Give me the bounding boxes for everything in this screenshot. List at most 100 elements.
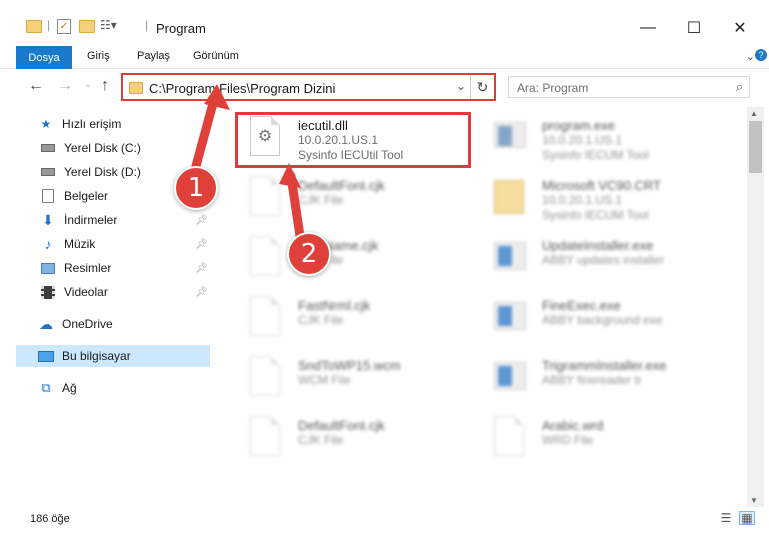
- search-icon[interactable]: ⌕: [736, 79, 743, 95]
- properties-icon[interactable]: ✓: [57, 19, 71, 34]
- customize-icon[interactable]: ☷▾: [100, 18, 117, 32]
- sidebar-item-label: Yerel Disk (D:): [64, 165, 141, 179]
- file-description: ABBY background exe: [542, 313, 663, 327]
- sidebar-item-network[interactable]: ⧉ Ağ: [16, 377, 210, 399]
- refresh-button[interactable]: ↻: [470, 75, 494, 99]
- file-description: Sysinfo IECUM Tool: [542, 148, 649, 162]
- sidebar-item-onedrive[interactable]: ☁ OneDrive: [16, 313, 210, 335]
- tab-file[interactable]: Dosya: [16, 46, 72, 69]
- file-name: SndToWP15.wcm: [298, 358, 401, 373]
- file-item[interactable]: FineExec.exe ABBY background exe: [480, 292, 730, 350]
- scroll-down-icon[interactable]: ▼: [750, 496, 758, 505]
- sidebar-item-label: Ağ: [62, 381, 77, 395]
- sidebar-item-quick-access[interactable]: ★ Hızlı erişim: [16, 113, 210, 135]
- annotation-badge-2: 2: [287, 232, 331, 276]
- file-item[interactable]: FontName.cjk CJK File: [236, 232, 486, 290]
- file-type: WRD File: [542, 433, 594, 447]
- navigation-bar: ← → ⌄ ↑ C:\Program Files\Program Dizini …: [0, 69, 769, 105]
- sidebar-item-videos[interactable]: Videolar 📌︎: [16, 281, 210, 303]
- music-icon: ♪: [44, 236, 52, 252]
- scrollbar-thumb[interactable]: [749, 121, 762, 173]
- sidebar-item-label: OneDrive: [62, 317, 113, 331]
- separator: |: [47, 18, 51, 32]
- app-icon: [494, 296, 528, 338]
- tab-home[interactable]: Giriş: [87, 50, 110, 62]
- file-icon: [250, 236, 284, 278]
- documents-icon: [40, 188, 56, 204]
- network-icon: ⧉: [41, 380, 51, 395]
- file-item[interactable]: DefaultFont.cjk CJK File: [236, 412, 486, 470]
- drive-icon: [40, 140, 56, 156]
- file-type: WCM File: [298, 373, 351, 387]
- file-name: DefaultFont.cjk: [298, 418, 385, 433]
- file-name: UpdateInstaller.exe: [542, 238, 654, 253]
- sidebar-item-label: İndirmeler: [64, 213, 118, 227]
- pin-icon[interactable]: 📌︎: [195, 263, 208, 274]
- file-name: FineExec.exe: [542, 298, 621, 313]
- sidebar-item-disk-c[interactable]: Yerel Disk (C:): [16, 137, 210, 159]
- file-type: CJK File: [298, 193, 344, 207]
- exe-file-icon: [494, 116, 528, 158]
- forward-button[interactable]: →: [57, 77, 73, 95]
- new-folder-icon[interactable]: [79, 20, 95, 33]
- file-icon: [250, 356, 284, 398]
- file-icon: [250, 416, 284, 458]
- file-type: CJK File: [298, 433, 344, 447]
- search-input[interactable]: Ara: Program: [517, 81, 588, 95]
- sidebar-item-label: Belgeler: [64, 189, 109, 203]
- address-path[interactable]: C:\Program Files\Program Dizini: [149, 81, 335, 96]
- file-name: program.exe: [542, 118, 615, 133]
- file-item[interactable]: Microsoft VC90.CRT 10.0.20.1.US.1 Sysinf…: [480, 172, 730, 230]
- expand-ribbon-icon[interactable]: ⌄: [746, 50, 755, 63]
- file-item[interactable]: UpdateInstaller.exe ABBY updates install…: [480, 232, 730, 290]
- pin-icon[interactable]: 📌︎: [195, 287, 208, 298]
- annotation-badge-1: 1: [174, 166, 218, 210]
- scroll-up-icon[interactable]: ▲: [750, 109, 758, 118]
- sidebar-item-this-pc[interactable]: Bu bilgisayar: [16, 345, 210, 367]
- recent-locations-button[interactable]: ⌄: [84, 79, 92, 90]
- status-bar: 186 öğe ☰ ▦: [0, 507, 769, 538]
- large-icons-view-icon[interactable]: ▦: [739, 511, 755, 525]
- tab-share[interactable]: Paylaş: [137, 50, 170, 62]
- help-icon[interactable]: ?: [755, 49, 767, 61]
- file-item[interactable]: FastNrml.cjk CJK File: [236, 292, 486, 350]
- file-icon: [250, 176, 284, 218]
- sidebar-item-label: Hızlı erişim: [62, 117, 122, 131]
- downloads-icon: ⬇: [42, 211, 54, 228]
- file-name: FastNrml.cjk: [298, 298, 371, 313]
- file-name: TrigrammInstaller.exe: [542, 358, 667, 373]
- cloud-icon: ☁: [39, 315, 53, 332]
- file-name: DefaultFont.cjk: [298, 178, 385, 193]
- sidebar-item-label: Yerel Disk (C:): [64, 141, 141, 155]
- file-name: Arabic.wrd: [542, 418, 604, 433]
- file-version: 10.0.20.1.US.1: [542, 133, 623, 147]
- up-button[interactable]: ↑: [101, 77, 109, 95]
- sidebar-item-label: Resimler: [64, 261, 112, 275]
- computer-icon: [38, 348, 54, 364]
- sidebar-item-downloads[interactable]: ⬇ İndirmeler 📌︎: [16, 209, 210, 231]
- pin-icon[interactable]: 📌︎: [195, 215, 208, 226]
- close-button[interactable]: ✕: [717, 14, 763, 42]
- back-button[interactable]: ←: [28, 77, 44, 95]
- pictures-icon: [40, 260, 56, 276]
- tab-view[interactable]: Görünüm: [193, 50, 239, 62]
- search-box[interactable]: Ara: Program ⌕: [508, 76, 750, 98]
- file-item[interactable]: DefaultFont.cjk CJK File: [236, 172, 486, 230]
- file-description: ABBY updates installer: [542, 253, 665, 267]
- file-item[interactable]: Arabic.wrd WRD File: [480, 412, 730, 470]
- chevron-down-icon[interactable]: ⌄: [456, 79, 466, 93]
- sidebar-item-music[interactable]: ♪ Müzik 📌︎: [16, 233, 210, 255]
- file-item[interactable]: SndToWP15.wcm WCM File: [236, 352, 486, 410]
- sidebar-item-label: Bu bilgisayar: [62, 349, 131, 363]
- maximize-button[interactable]: ☐: [671, 14, 717, 42]
- file-type: CJK File: [298, 313, 344, 327]
- sidebar-item-pictures[interactable]: Resimler 📌︎: [16, 257, 210, 279]
- pin-icon[interactable]: 📌︎: [195, 239, 208, 250]
- file-item[interactable]: program.exe 10.0.20.1.US.1 Sysinfo IECUM…: [480, 112, 730, 170]
- details-view-icon[interactable]: ☰: [718, 511, 734, 525]
- vertical-scrollbar[interactable]: ▲ ▼: [747, 107, 764, 507]
- address-bar[interactable]: C:\Program Files\Program Dizini ⌄ ↻: [121, 73, 496, 101]
- file-item[interactable]: TrigrammInstaller.exe ABBY finereader tr: [480, 352, 730, 410]
- minimize-button[interactable]: —: [625, 14, 671, 42]
- star-icon: ★: [40, 117, 52, 131]
